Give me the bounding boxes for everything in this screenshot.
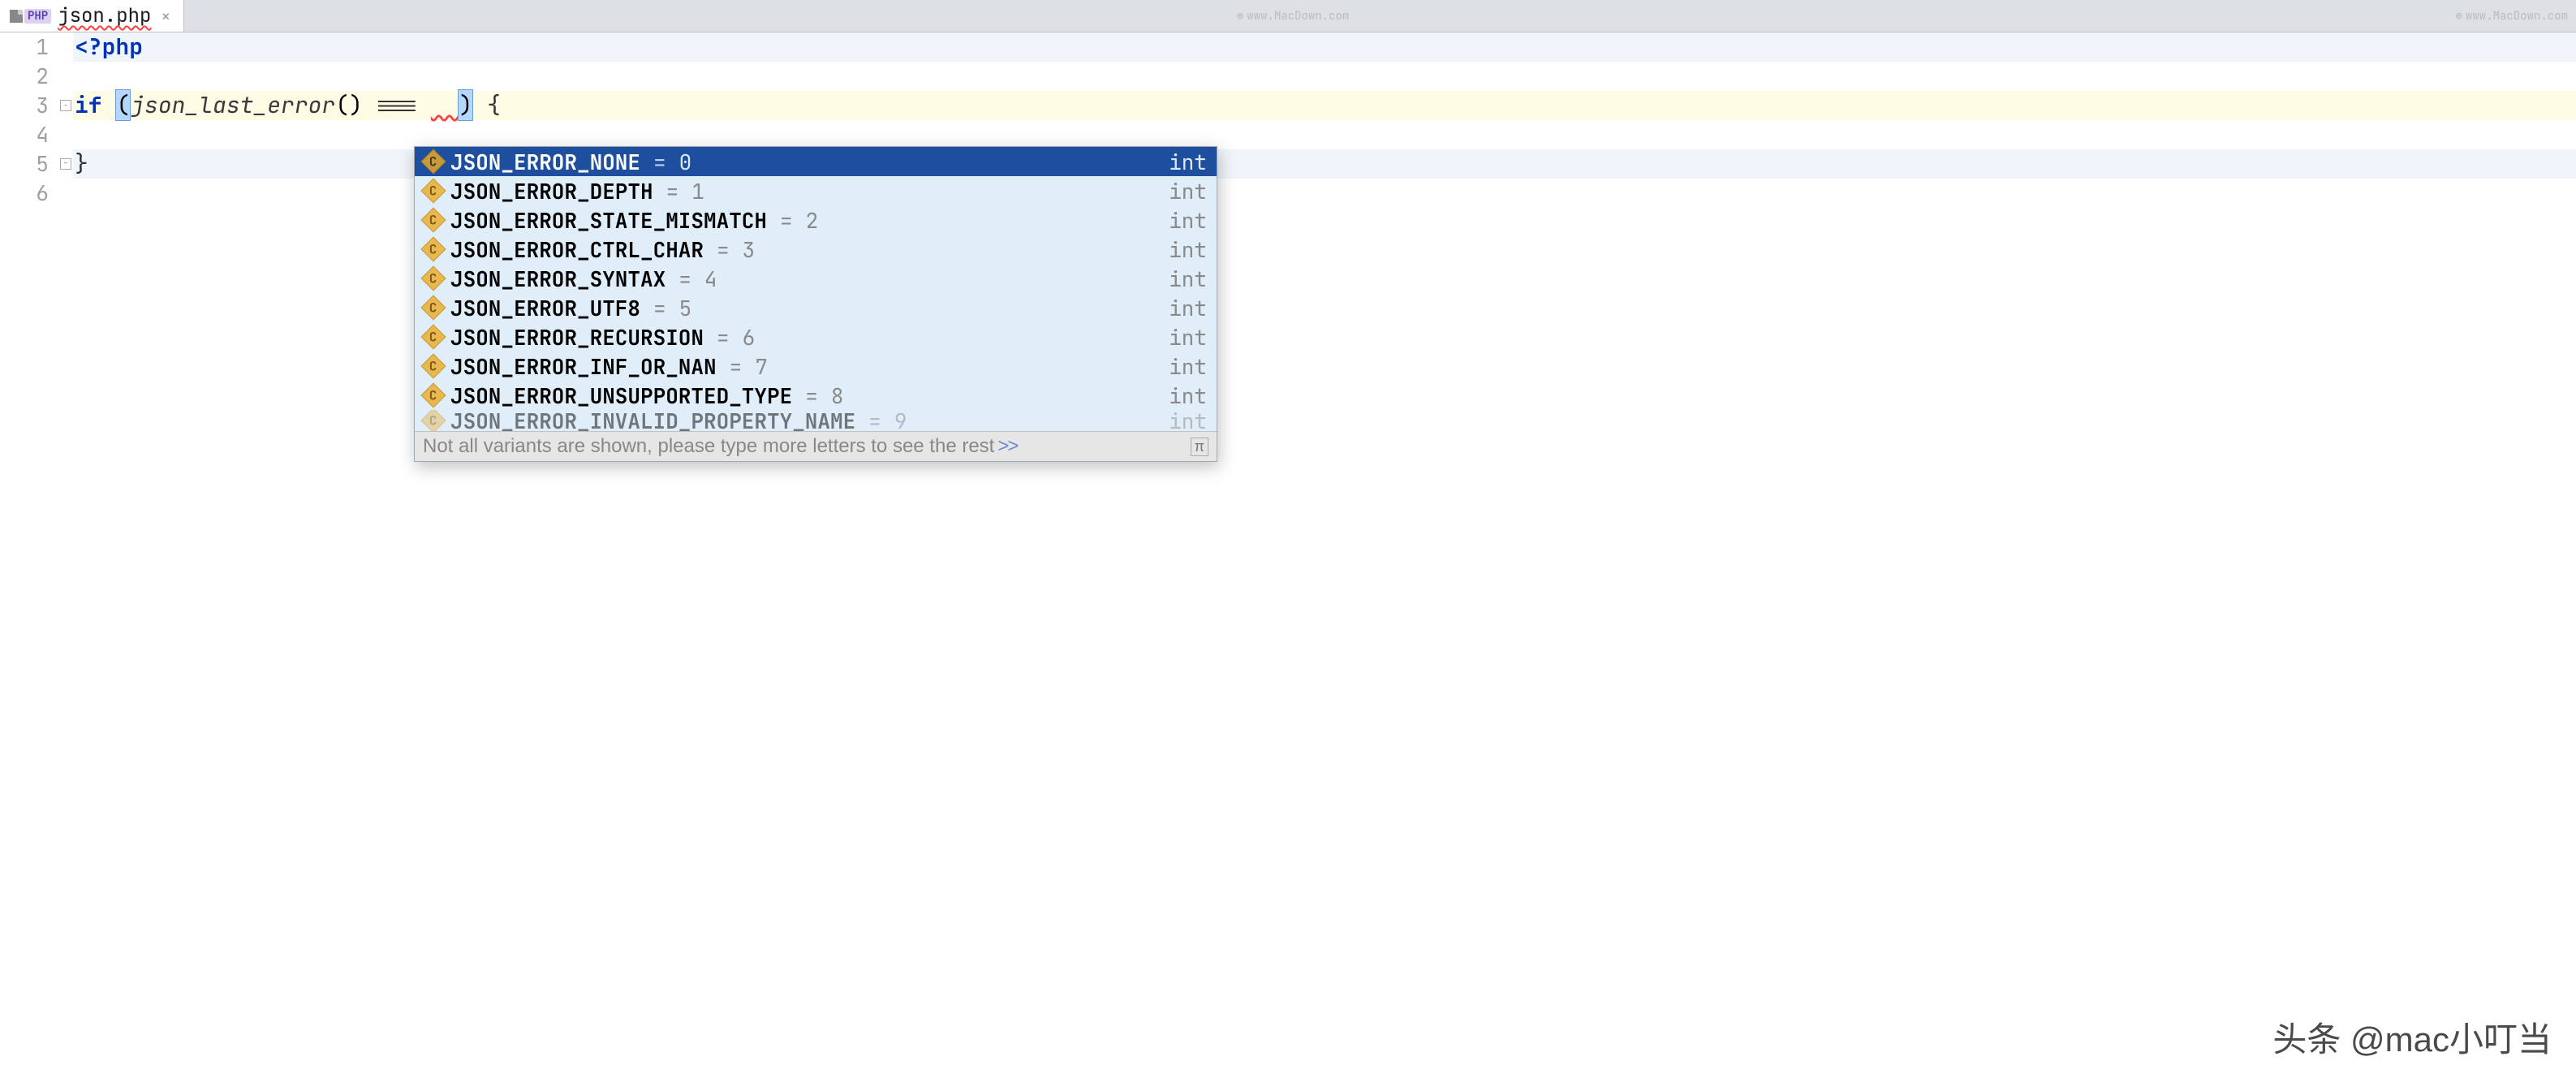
- constant-icon: C: [420, 236, 446, 261]
- completion-eq: =: [730, 352, 743, 381]
- completion-item[interactable]: C JSON_ERROR_DEPTH = 1 int: [415, 176, 1217, 205]
- completion-eq: =: [780, 206, 793, 235]
- completion-name: JSON_ERROR_DEPTH: [450, 177, 653, 205]
- completion-item[interactable]: C JSON_ERROR_RECURSION = 6 int: [415, 322, 1217, 351]
- show-more-link[interactable]: >>: [997, 435, 1017, 458]
- completion-type: int: [1169, 206, 1207, 235]
- keyword-if: if: [75, 90, 102, 120]
- php-file-icon: PHP: [10, 9, 51, 24]
- php-open-tag: <?php: [75, 32, 143, 62]
- tab-filename: json.php: [58, 3, 151, 28]
- completion-name: JSON_ERROR_INVALID_PROPERTY_NAME: [450, 410, 855, 431]
- popup-footer-text: Not all variants are shown, please type …: [423, 435, 994, 458]
- completion-name: JSON_ERROR_SYNTAX: [450, 265, 666, 293]
- completion-value: 9: [894, 410, 907, 431]
- completion-value: 1: [691, 177, 704, 205]
- completion-name: JSON_ERROR_STATE_MISMATCH: [450, 206, 767, 235]
- completion-eq: =: [717, 323, 730, 351]
- completion-name: JSON_ERROR_UTF8: [450, 294, 640, 322]
- completion-value: 4: [704, 265, 717, 293]
- completion-type: int: [1169, 294, 1207, 322]
- completion-type: int: [1169, 265, 1207, 293]
- completion-eq: =: [868, 410, 881, 431]
- constant-icon: C: [420, 353, 446, 378]
- tab-bar-empty: ⊕ www.MacDown.com ⊕ www.MacDown.com: [184, 0, 2576, 32]
- completion-type: int: [1169, 148, 1207, 176]
- line-gutter: 1 2 3 4 5 6: [0, 32, 73, 208]
- completion-type: int: [1169, 352, 1207, 381]
- completion-popup[interactable]: C JSON_ERROR_NONE = 0 int C JSON_ERROR_D…: [414, 146, 1217, 462]
- constant-icon: C: [420, 207, 446, 232]
- line-number: 6: [0, 179, 73, 208]
- constant-icon: C: [420, 178, 446, 203]
- completion-item[interactable]: C JSON_ERROR_UTF8 = 5 int: [415, 293, 1217, 322]
- watermark-bottom: 头条 @mac小叮当: [2272, 1012, 2552, 1062]
- completion-type: int: [1169, 382, 1207, 410]
- constant-icon: C: [420, 410, 446, 431]
- constant-icon: C: [420, 149, 446, 174]
- paren-close: ): [458, 89, 473, 121]
- file-tab[interactable]: PHP json.php ×: [0, 0, 184, 32]
- completion-item[interactable]: C JSON_ERROR_NONE = 0 int: [415, 147, 1217, 176]
- fold-icon[interactable]: −: [60, 100, 71, 111]
- completion-type: int: [1169, 410, 1207, 431]
- constant-icon: C: [420, 295, 446, 320]
- completion-type: int: [1169, 235, 1207, 264]
- watermark-top-right: ⊕ www.MacDown.com: [2456, 9, 2568, 24]
- code-area[interactable]: <?php −if (json_last_error() === ) { ⌃} …: [73, 32, 2576, 208]
- line-number: 4: [0, 120, 73, 149]
- completion-value: 6: [743, 323, 756, 351]
- constant-icon: C: [420, 324, 446, 349]
- line-number: 2: [0, 62, 73, 91]
- popup-footer: Not all variants are shown, please type …: [415, 431, 1217, 461]
- completion-item[interactable]: C JSON_ERROR_INF_OR_NAN = 7 int: [415, 351, 1217, 381]
- completion-item[interactable]: C JSON_ERROR_UNSUPPORTED_TYPE = 8 int: [415, 381, 1217, 410]
- completion-name: JSON_ERROR_UNSUPPORTED_TYPE: [450, 382, 792, 410]
- completion-eq: =: [653, 294, 666, 322]
- completion-eq: =: [805, 382, 818, 410]
- completion-value: 0: [679, 148, 692, 176]
- watermark-top: ⊕ www.MacDown.com: [1237, 9, 1349, 24]
- completion-value: 8: [831, 382, 844, 410]
- function-call: json_last_error: [131, 90, 335, 120]
- completion-name: JSON_ERROR_CTRL_CHAR: [450, 235, 704, 264]
- completion-value: 5: [679, 294, 692, 322]
- close-tab-icon[interactable]: ×: [157, 6, 174, 27]
- code-line-active[interactable]: −if (json_last_error() === ) {: [73, 91, 2576, 120]
- closing-brace: }: [75, 149, 88, 179]
- completion-eq: =: [653, 148, 666, 176]
- fold-icon[interactable]: ⌃: [60, 158, 71, 170]
- completion-eq: =: [666, 177, 679, 205]
- completion-item[interactable]: C JSON_ERROR_INVALID_PROPERTY_NAME = 9 i…: [415, 410, 1217, 431]
- completion-eq: =: [717, 235, 730, 264]
- tab-bar: PHP json.php × ⊕ www.MacDown.com ⊕ www.M…: [0, 0, 2576, 32]
- completion-eq: =: [678, 265, 691, 293]
- completion-value: 2: [806, 206, 819, 235]
- completion-type: int: [1169, 323, 1207, 351]
- completion-name: JSON_ERROR_RECURSION: [450, 323, 704, 351]
- paren-open: (: [115, 89, 131, 121]
- completion-name: JSON_ERROR_NONE: [450, 148, 640, 176]
- completion-name: JSON_ERROR_INF_OR_NAN: [450, 352, 717, 381]
- editor[interactable]: 1 2 3 4 5 6 <?php −if (json_last_error()…: [0, 32, 2576, 208]
- completion-value: 3: [743, 235, 756, 264]
- completion-item[interactable]: C JSON_ERROR_STATE_MISMATCH = 2 int: [415, 205, 1217, 235]
- pi-icon[interactable]: π: [1191, 438, 1208, 456]
- constant-icon: C: [420, 265, 446, 291]
- completion-value: 7: [755, 352, 768, 381]
- constant-icon: C: [420, 382, 446, 407]
- line-number: 1: [0, 32, 73, 62]
- completion-item[interactable]: C JSON_ERROR_CTRL_CHAR = 3 int: [415, 235, 1217, 264]
- completion-item[interactable]: C JSON_ERROR_SYNTAX = 4 int: [415, 264, 1217, 293]
- completion-type: int: [1169, 177, 1207, 205]
